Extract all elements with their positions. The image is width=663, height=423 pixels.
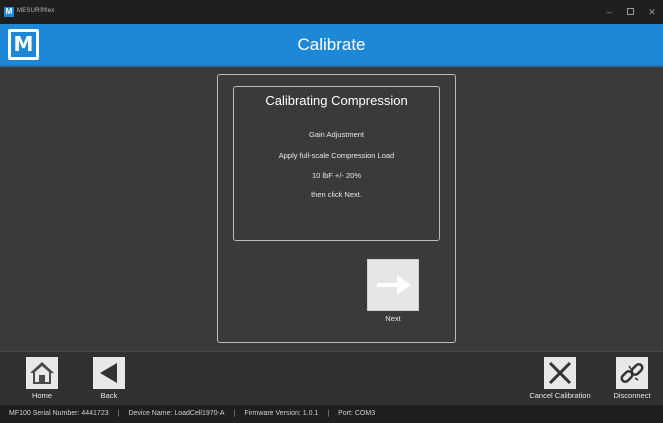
- close-button[interactable]: ✕: [647, 7, 657, 17]
- page-title: Calibrate: [297, 35, 366, 54]
- status-separator: |: [117, 410, 120, 417]
- app-name: MESUR®flex: [17, 8, 55, 14]
- app-logo-icon: M: [4, 7, 14, 17]
- status-separator: |: [233, 410, 236, 417]
- status-bar: MF100 Serial Number: 4441723 | Device Name…: [0, 405, 663, 423]
- page-header: M Calibrate: [0, 24, 663, 67]
- home-button[interactable]: [26, 357, 58, 389]
- instruction-box: Calibrating Compression Gain Adjustment …: [233, 86, 440, 241]
- firmware-version: Firmware Version: 1.0.1: [244, 410, 319, 417]
- serial-number: MF100 Serial Number: 4441723: [9, 410, 109, 417]
- minimize-button[interactable]: –: [604, 7, 614, 17]
- instruction-line: then click Next.: [311, 190, 362, 199]
- instruction-line: Apply full-scale Compression Load: [278, 151, 395, 160]
- broken-link-icon: [620, 362, 644, 384]
- cancel-calibration-button[interactable]: [544, 357, 576, 389]
- maximize-icon: [626, 8, 634, 15]
- back-label: Back: [100, 391, 118, 400]
- status-separator: |: [327, 410, 330, 417]
- next-button[interactable]: [367, 259, 419, 311]
- instruction-line: Gain Adjustment: [308, 130, 365, 139]
- back-button[interactable]: [93, 357, 125, 389]
- disconnect-label: Disconnect: [613, 391, 651, 400]
- back-arrow-icon: [100, 363, 117, 383]
- device-name: Device Name: LoadCell1970-A: [128, 410, 225, 417]
- disconnect-button[interactable]: [616, 357, 648, 389]
- window-titlebar: M MESUR®flex – ✕: [0, 0, 663, 24]
- instruction-line: 10 lbF +/- 20%: [312, 171, 361, 180]
- port: Port: COM3: [338, 410, 376, 417]
- close-x-icon: [548, 361, 572, 385]
- instruction-heading: Calibrating Compression: [265, 93, 408, 108]
- footer-toolbar: Home Back Cancel Calibration Disconnect: [0, 351, 663, 405]
- home-icon: [30, 362, 54, 384]
- cancel-calibration-label: Cancel Calibration: [529, 391, 591, 400]
- next-button-label: Next: [385, 314, 401, 323]
- arrow-right-icon: [377, 275, 411, 295]
- home-label: Home: [31, 391, 52, 400]
- maximize-button[interactable]: [625, 7, 635, 17]
